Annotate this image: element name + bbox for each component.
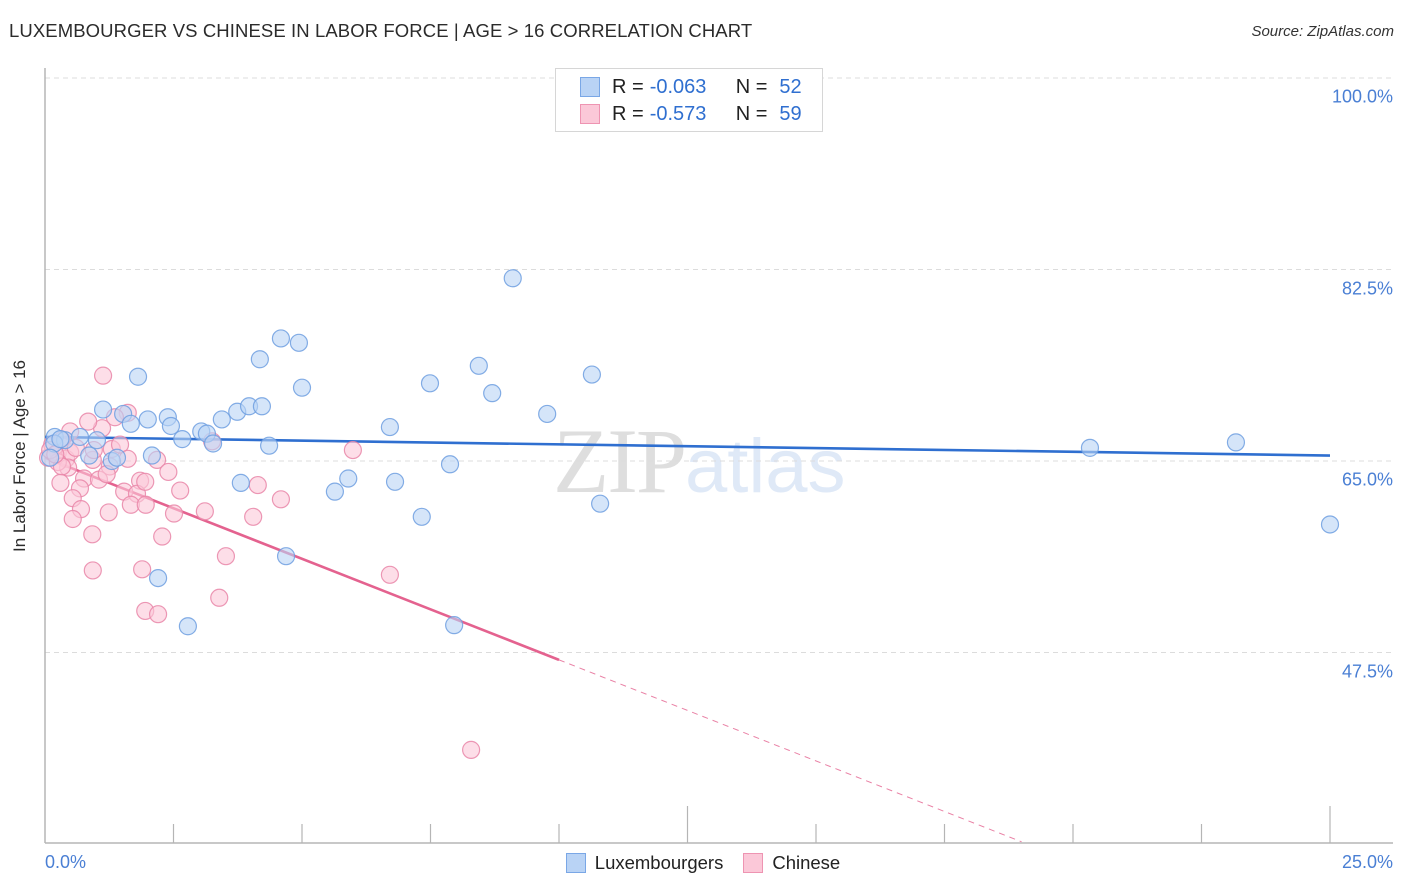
trend-lines [44, 435, 1331, 843]
luxembourgers-point [469, 356, 488, 375]
chinese-point [133, 560, 152, 579]
luxembourgers-point [412, 507, 431, 526]
chinese-point [210, 588, 229, 607]
y-axis-label: In Labor Force | Age > 16 [10, 359, 29, 553]
luxembourgers-point [503, 269, 522, 288]
chinese-point [63, 509, 82, 529]
luxembourgers-point [1226, 433, 1246, 452]
chinese-point [343, 440, 362, 460]
chinese-point [153, 527, 172, 546]
luxembourgers-point [203, 434, 223, 453]
luxembourgers-point [1080, 438, 1100, 457]
luxembourgers-point [276, 547, 296, 566]
luxembourgers-point [325, 482, 344, 501]
y-tick-label: 82.5% [1341, 278, 1393, 298]
legend-item-chinese[interactable]: Chinese [743, 852, 840, 874]
luxembourgers-point [252, 397, 272, 416]
luxembourgers-point [420, 374, 440, 393]
chinese-point [51, 473, 70, 492]
n-label: N = [735, 75, 768, 98]
luxembourgers-point [51, 430, 70, 449]
luxembourgers-point [142, 446, 162, 465]
luxembourgers-point [178, 617, 197, 636]
luxembourgers-point [128, 367, 148, 386]
correlation-legend: R = -0.063 N = 52 R = -0.573 N = 59 [555, 68, 823, 132]
scatter-plot [38, 68, 1393, 844]
chinese-swatch [580, 104, 600, 124]
chinese-point [171, 481, 190, 500]
luxembourgers-point [231, 473, 250, 492]
luxembourgers-point [212, 410, 231, 429]
luxembourgers-point [260, 436, 279, 455]
legend-row-luxembourgers: R = -0.063 N = 52 [580, 75, 802, 99]
luxembourgers-point [1320, 515, 1340, 534]
luxembourgers-point [445, 616, 464, 635]
luxembourgers-point [87, 431, 107, 450]
legend-item-luxembourgers[interactable]: Luxembourgers [565, 852, 724, 874]
chinese-point [136, 495, 155, 514]
luxembourgers-swatch [580, 77, 600, 97]
chinese-point [380, 565, 399, 584]
luxembourgers-point [271, 329, 291, 348]
y-tick-label: 100.0% [1331, 86, 1393, 107]
n-value: 52 [779, 75, 802, 98]
luxembourgers-point [173, 430, 192, 449]
chinese-point [99, 503, 118, 522]
chinese-point [159, 462, 178, 482]
luxembourgers-point [250, 350, 269, 369]
luxembourgers-point [148, 568, 168, 588]
chinese-point [244, 507, 263, 526]
y-tick-label: 65.0% [1341, 469, 1393, 490]
gridlines [45, 77, 1393, 653]
luxembourgers-point [70, 427, 90, 447]
chinese-point [83, 525, 102, 544]
luxembourgers-point [538, 404, 557, 424]
luxembourgers-point [289, 333, 309, 352]
n-label: N = [735, 102, 768, 125]
luxembourgers-point [339, 469, 358, 488]
data-points [38, 269, 1340, 759]
luxembourgers-swatch [565, 853, 586, 873]
luxembourgers-point [385, 472, 405, 491]
chinese-trend-line-extrapolated [558, 659, 1022, 843]
chinese-point [136, 472, 155, 491]
chinese-point [83, 561, 102, 580]
chinese-point [195, 502, 214, 521]
luxembourgers-point [483, 384, 502, 403]
legend-label: Chinese [772, 852, 841, 873]
luxembourgers-point [292, 378, 312, 397]
chinese-point [79, 412, 98, 431]
legend-row-chinese: R = -0.573 N = 59 [580, 102, 802, 126]
r-value: -0.573 [649, 102, 707, 125]
chinese-point [93, 366, 113, 385]
chinese-point [164, 504, 184, 523]
series-legend: Luxembourgers Chinese [0, 852, 1406, 874]
luxembourgers-point [41, 448, 60, 467]
axes [44, 68, 1393, 844]
luxembourgers-point [80, 446, 99, 465]
y-tick-label: 47.5% [1341, 661, 1393, 681]
chinese-point [148, 605, 168, 624]
luxembourgers-point [107, 448, 127, 467]
chinese-point [216, 547, 236, 566]
chinese-point [248, 475, 267, 495]
luxembourgers-point [380, 417, 399, 437]
chinese-point [271, 490, 291, 509]
chinese-point [462, 740, 481, 759]
r-label: R = [612, 102, 644, 125]
n-value: 59 [779, 102, 802, 125]
r-label: R = [612, 75, 644, 98]
luxembourgers-point [93, 400, 113, 419]
luxembourgers-point [121, 414, 140, 433]
luxembourgers-point [138, 410, 157, 429]
luxembourgers-point [582, 365, 601, 384]
r-value: -0.063 [649, 75, 707, 98]
luxembourgers-trend-line [44, 435, 1331, 457]
legend-label: Luxembourgers [594, 852, 724, 873]
chinese-swatch [743, 853, 764, 873]
luxembourgers-point [440, 455, 460, 474]
luxembourgers-point [591, 494, 610, 513]
